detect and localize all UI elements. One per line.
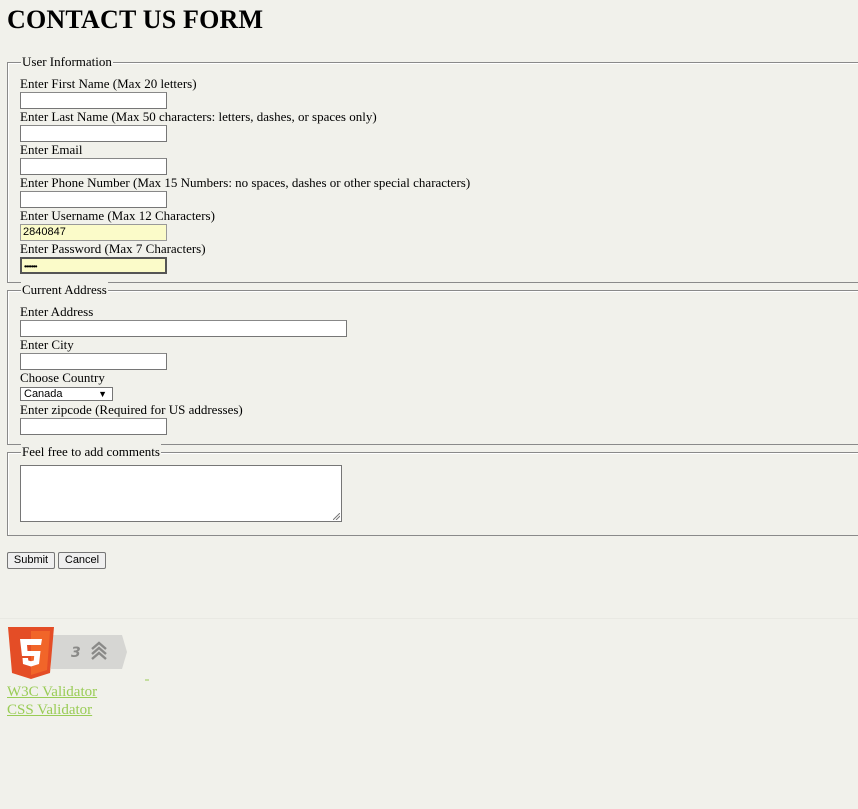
w3c-validator-link[interactable]: W3C Validator (7, 683, 97, 701)
username-label: Enter Username (Max 12 Characters) (20, 208, 215, 223)
country-select[interactable]: Canada ▼ (20, 387, 113, 401)
chevron-down-icon: ▼ (98, 389, 107, 399)
user-information-legend: User Information (21, 54, 113, 70)
password-input[interactable]: ••••••• (20, 257, 167, 274)
password-label: Enter Password (Max 7 Characters) (20, 241, 206, 256)
zipcode-input[interactable] (20, 418, 167, 435)
city-input[interactable] (20, 353, 167, 370)
resize-handle-icon[interactable] (333, 513, 340, 520)
email-input[interactable] (20, 158, 167, 175)
cancel-button[interactable]: Cancel (58, 552, 106, 569)
badge-strip-icon (51, 635, 127, 669)
last-name-label: Enter Last Name (Max 50 characters: lett… (20, 109, 377, 124)
phone-input[interactable] (20, 191, 167, 208)
address-input[interactable] (20, 320, 347, 337)
comments-fieldset: Feel free to add comments (7, 444, 858, 536)
comments-legend: Feel free to add comments (21, 444, 161, 460)
comments-textarea[interactable] (20, 465, 342, 522)
current-address-fieldset: Current Address Enter Address Enter City… (7, 282, 858, 445)
footer-divider (0, 618, 858, 619)
country-selected-value: Canada (24, 388, 63, 400)
username-input[interactable]: 2840847 (20, 224, 167, 241)
first-name-input[interactable] (20, 92, 167, 109)
html5-badge[interactable]: 3 (7, 626, 149, 682)
city-label: Enter City (20, 337, 74, 352)
css-validator-link[interactable]: CSS Validator (7, 701, 92, 719)
submit-button[interactable]: Submit (7, 552, 55, 569)
first-name-label: Enter First Name (Max 20 letters) (20, 76, 197, 91)
country-label: Choose Country (20, 370, 105, 385)
current-address-legend: Current Address (21, 282, 108, 298)
page-title: CONTACT US FORM (7, 5, 264, 34)
address-label: Enter Address (20, 304, 94, 319)
zipcode-label: Enter zipcode (Required for US addresses… (20, 402, 243, 417)
last-name-input[interactable] (20, 125, 167, 142)
email-label: Enter Email (20, 142, 83, 157)
phone-label: Enter Phone Number (Max 15 Numbers: no s… (20, 175, 471, 190)
html5-logo-icon (8, 627, 54, 679)
user-information-fieldset: User Information Enter First Name (Max 2… (7, 54, 858, 283)
css3-icon: 3 (71, 645, 81, 661)
